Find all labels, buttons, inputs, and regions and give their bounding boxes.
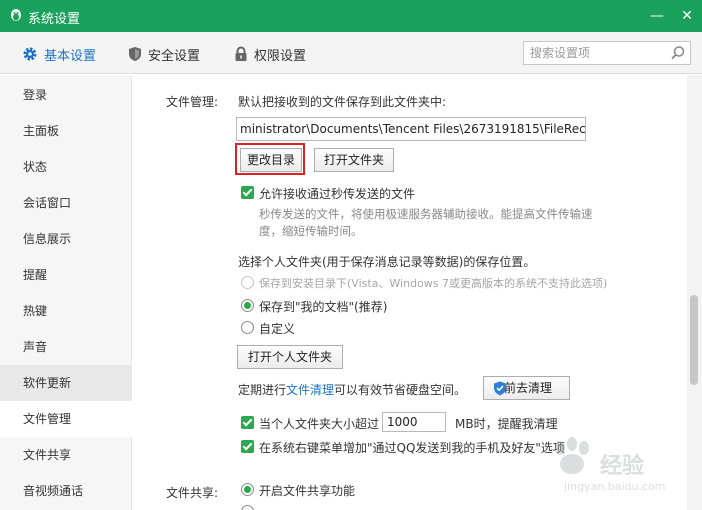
flash-transfer-desc-1: 秒传发送的文件，将使用极速服务器辅助接收。能提高文件传输速: [259, 207, 593, 221]
scrollbar-thumb[interactable]: [690, 295, 698, 385]
lock-icon: [235, 46, 247, 61]
watermark-brand: 经验: [600, 454, 645, 479]
sidebar-item-main-panel[interactable]: 主面板: [0, 113, 132, 149]
sidebar-item-av-call[interactable]: 音视频通话: [0, 473, 132, 509]
receive-folder-path-field[interactable]: ministrator\Documents\Tencent Files\2673…: [236, 117, 586, 141]
watermark-url: jingyan.baidu.com: [564, 480, 666, 493]
tab-basic-settings[interactable]: 基本设置: [22, 44, 96, 64]
sidebar-item-chat-window[interactable]: 会话窗口: [0, 185, 132, 221]
search-icon[interactable]: [670, 45, 686, 61]
file-cleanup-link[interactable]: 文件清理: [286, 381, 334, 398]
size-threshold-input[interactable]: 1000: [382, 412, 446, 432]
sidebar-item-login[interactable]: 登录: [0, 77, 132, 113]
sidebar-item-hotkey[interactable]: 热键: [0, 293, 132, 329]
sidebar-item-sound[interactable]: 声音: [0, 329, 132, 365]
save-to-folder-label: 默认把接收到的文件保存到此文件夹中:: [238, 95, 447, 109]
settings-sidebar: 登录 主面板 状态 会话窗口 信息展示 提醒 热键 声音 软件更新 文件管理 文…: [0, 75, 132, 510]
search-box: [523, 41, 691, 65]
size-threshold-value: 1000: [387, 415, 418, 429]
sidebar-item-file-management[interactable]: 文件管理: [0, 401, 132, 437]
context-menu-label: 在系统右键菜单增加"通过QQ发送到我的手机及好友"选项: [259, 441, 565, 455]
gear-icon: [23, 47, 37, 61]
change-directory-button[interactable]: 更改目录: [240, 148, 302, 172]
radio-custom[interactable]: [241, 321, 254, 334]
size-check-checkbox[interactable]: [241, 416, 254, 429]
sidebar-item-reminder[interactable]: 提醒: [0, 257, 132, 293]
file-management-section-label: 文件管理:: [166, 95, 219, 109]
sidebar-item-software-update[interactable]: 软件更新: [0, 365, 132, 401]
shield-check-icon: [494, 381, 506, 396]
radio-save-install-dir[interactable]: [241, 276, 254, 289]
minimize-button[interactable]: —: [642, 0, 672, 32]
shield-icon: [129, 47, 141, 61]
go-cleanup-button[interactable]: 前去清理: [483, 376, 570, 400]
enable-file-sharing-radio[interactable]: [241, 483, 254, 496]
tab-permission-settings[interactable]: 权限设置: [234, 44, 306, 64]
tab-label: 权限设置: [254, 48, 307, 64]
personal-folder-label: 选择个人文件夹(用于保存消息记录等数据)的保存位置。: [238, 255, 536, 269]
flash-transfer-desc-2: 度，缩短传输时间。: [259, 224, 363, 238]
tab-security-settings[interactable]: 安全设置: [128, 44, 200, 64]
allow-flash-transfer-checkbox[interactable]: [241, 186, 254, 199]
window-title: 系统设置: [28, 12, 81, 27]
sidebar-item-info-display[interactable]: 信息展示: [0, 221, 132, 257]
context-menu-checkbox[interactable]: [241, 440, 254, 453]
file-sharing-section-label: 文件共享:: [166, 486, 219, 500]
radio-custom-label: 自定义: [259, 322, 296, 336]
cleanup-suffix: 可以有效节省硬盘空间。: [334, 383, 467, 397]
allow-flash-transfer-label: 允许接收通过秒传发送的文件: [259, 187, 416, 201]
search-input[interactable]: [530, 45, 660, 61]
enable-file-sharing-label: 开启文件共享功能: [259, 484, 356, 498]
path-value: ministrator\Documents\Tencent Files\2673…: [240, 122, 586, 136]
tab-label: 安全设置: [148, 48, 201, 64]
radio-save-my-documents[interactable]: [241, 299, 254, 312]
close-button[interactable]: ✕: [672, 0, 702, 32]
baidu-paw-logo: [555, 437, 589, 474]
qq-penguin-icon: [11, 9, 21, 21]
open-personal-folder-button[interactable]: 打开个人文件夹: [237, 345, 343, 369]
cleanup-prefix: 定期进行: [238, 383, 287, 397]
sidebar-item-file-sharing[interactable]: 文件共享: [0, 437, 132, 473]
file-sharing-option-radio[interactable]: [241, 505, 254, 510]
radio-save-my-documents-label: 保存到"我的文档"(推荐): [259, 300, 388, 314]
title-bar: 系统设置 — ✕: [0, 0, 702, 32]
radio-save-install-dir-label: 保存到安装目录下(Vista、Windows 7或更高版本的系统不支持此选项): [259, 277, 608, 290]
go-cleanup-label: 前去清理: [504, 381, 553, 395]
open-folder-button[interactable]: 打开文件夹: [314, 148, 394, 172]
tab-label: 基本设置: [44, 48, 97, 64]
sidebar-item-status[interactable]: 状态: [0, 149, 132, 185]
baidu-watermark: 经验 jingyan.baidu.com: [540, 430, 690, 500]
size-check-prefix: 当个人文件夹大小超过: [259, 417, 380, 431]
